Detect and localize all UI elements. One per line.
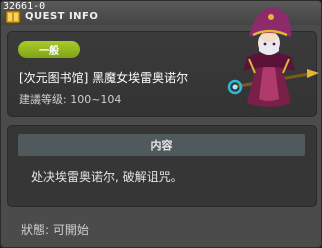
quest-name: [次元图书馆] 黑魔女埃雷奥诺尔: [19, 71, 189, 85]
quest-status: 狀態: 可開始: [21, 223, 89, 237]
content-section-header: 内容: [18, 134, 305, 156]
quest-recommended-level: 建議等级: 100~104: [19, 93, 122, 106]
window-title: QUEST INFO: [25, 11, 99, 22]
quest-category-badge: 一般: [18, 41, 80, 58]
quest-book-icon: [5, 10, 21, 24]
npc-dark-witch: [227, 7, 319, 107]
quest-info-window: 32661-0 QUEST INFO 一般 [次元图书馆] 黑魔女埃雷奥诺尔 建…: [0, 0, 322, 248]
quest-description: 处决埃雷奥诺尔, 破解诅咒。: [31, 170, 183, 184]
